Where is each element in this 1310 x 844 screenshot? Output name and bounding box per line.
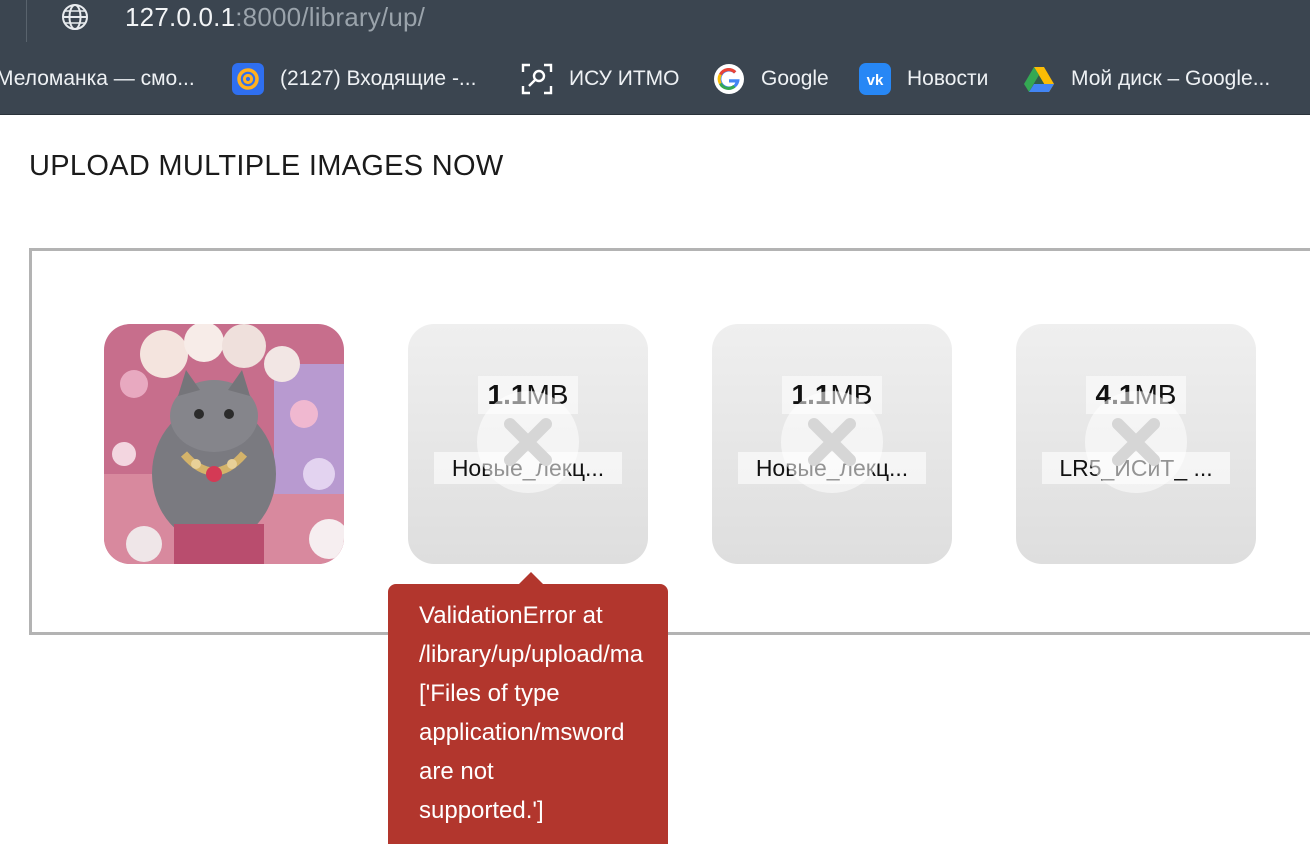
itmo-icon [521, 63, 553, 95]
bookmark-mail[interactable]: (2127) Входящие -... [232, 60, 476, 98]
error-tooltip-arrow [519, 572, 543, 584]
globe-icon[interactable] [61, 3, 89, 31]
url-host: 127.0.0.1 [125, 2, 236, 32]
mail-icon [232, 63, 264, 95]
error-x-icon[interactable] [476, 390, 580, 494]
file-preview-item[interactable]: 1.1 MB Новые_лекц... [712, 324, 952, 564]
browser-chrome: 127.0.0.1:8000/library/up/ Меломанка — с… [0, 0, 1310, 115]
bookmark-google-drive[interactable]: Мой диск – Google... [1023, 60, 1270, 98]
svg-text:vk: vk [867, 72, 884, 89]
file-preview-item[interactable]: 4.1 MB LR5_ИСиТ_ ... [1016, 324, 1256, 564]
toolbar-divider [26, 0, 27, 42]
bookmarks-bar: Меломанка — смо... (2127) Входящие -... [0, 60, 1310, 98]
error-x-icon[interactable] [1084, 390, 1188, 494]
bookmark-label: Новости [907, 67, 989, 90]
address-bar-url[interactable]: 127.0.0.1:8000/library/up/ [125, 1, 425, 33]
bookmark-label: (2127) Входящие -... [280, 67, 477, 90]
bookmark-label: ИСУ ИТМО [569, 67, 680, 90]
url-path: :8000/library/up/ [235, 2, 426, 32]
bookmark-melomanka[interactable]: Меломанка — смо... [0, 60, 195, 98]
bookmark-google[interactable]: Google [713, 60, 829, 98]
bookmark-label: Меломанка — смо... [0, 67, 195, 90]
google-icon [713, 63, 745, 95]
file-preview-item[interactable]: 1.1 MB Новые_лекц... [408, 324, 648, 564]
bookmark-vk-news[interactable]: vk Новости [859, 60, 988, 98]
error-message: ValidationError at /library/up/upload/ma… [419, 602, 644, 824]
error-x-icon[interactable] [780, 390, 884, 494]
error-tooltip: ValidationError at /library/up/upload/ma… [388, 584, 668, 844]
vk-icon: vk [859, 63, 891, 95]
page-title: UPLOAD MULTIPLE IMAGES NOW [29, 150, 504, 182]
image-preview-thumbnail[interactable] [104, 324, 344, 564]
bookmark-label: Google [761, 67, 829, 90]
google-drive-icon [1023, 63, 1055, 95]
bookmark-label: Мой диск – Google... [1071, 67, 1271, 90]
bookmark-isu-itmo[interactable]: ИСУ ИТМО [521, 60, 680, 98]
